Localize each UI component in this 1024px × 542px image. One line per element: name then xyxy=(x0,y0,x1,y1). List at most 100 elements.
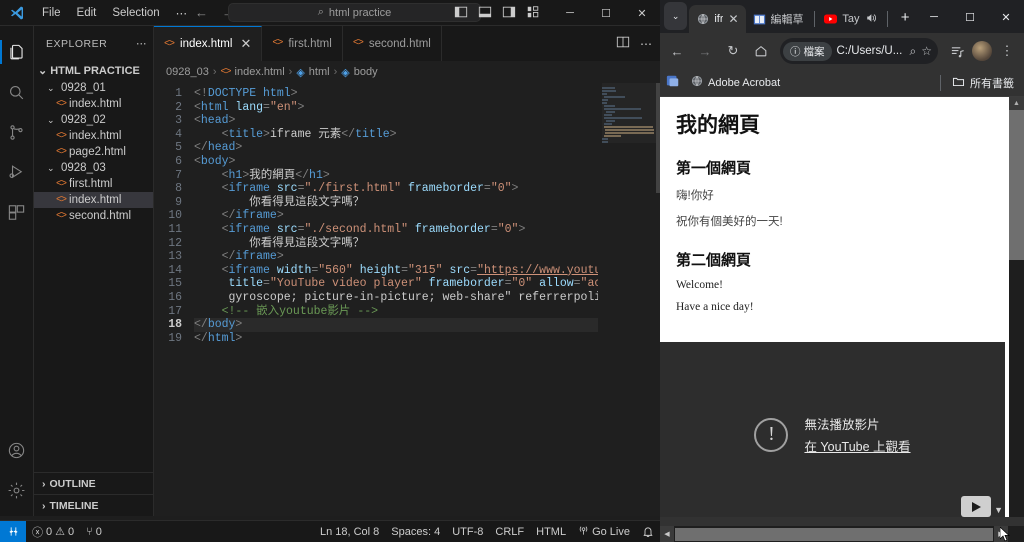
toggle-secondary-sidebar-icon[interactable] xyxy=(502,5,516,22)
window-maximize-button[interactable]: ☐ xyxy=(588,0,624,26)
code-line[interactable]: 你看得見這段文字嗎？ xyxy=(194,196,598,210)
tree-folder[interactable]: ⌄ 0928_03 xyxy=(34,160,153,176)
new-tab-button[interactable]: + xyxy=(894,4,916,30)
breadcrumb-folder[interactable]: 0928_03 xyxy=(166,66,209,78)
editor-minimap[interactable] xyxy=(598,83,660,516)
eol-status[interactable]: CRLF xyxy=(489,526,530,538)
code-line[interactable]: </iframe> xyxy=(194,250,598,264)
cursor-position[interactable]: Ln 18, Col 8 xyxy=(314,526,385,538)
activity-source-control-icon[interactable] xyxy=(0,112,34,152)
code-line[interactable]: </body> xyxy=(194,318,598,332)
vertical-scrollbar-thumb[interactable] xyxy=(1009,110,1024,260)
activity-extensions-icon[interactable] xyxy=(0,192,34,232)
manage-settings-icon[interactable] xyxy=(0,470,34,510)
activity-search-icon[interactable] xyxy=(0,72,34,112)
code-line[interactable]: <!-- 嵌入youtube影片 --> xyxy=(194,305,598,319)
window-close-button[interactable]: ✕ xyxy=(624,0,660,26)
tree-file[interactable]: <> index.html xyxy=(34,96,153,112)
browser-back-icon[interactable]: ← xyxy=(664,38,690,64)
bookmark-star-icon[interactable]: ☆ xyxy=(921,44,932,58)
tab-close-icon[interactable]: ✕ xyxy=(240,36,251,52)
code-line[interactable]: gyroscope; picture-in-picture; web-share… xyxy=(194,291,598,305)
tab-second-html[interactable]: <> second.html xyxy=(342,26,442,61)
horizontal-scrollbar-thumb[interactable] xyxy=(675,527,993,541)
breadcrumb-symbol-body[interactable]: body xyxy=(354,66,378,78)
browser-close-button[interactable]: ✕ xyxy=(988,1,1024,33)
tree-file[interactable]: <> second.html xyxy=(34,208,153,224)
browser-menu-icon[interactable]: ⋮ xyxy=(994,38,1020,64)
tree-file[interactable]: <> index.html xyxy=(34,192,153,208)
activity-run-debug-icon[interactable] xyxy=(0,152,34,192)
code-line[interactable]: <!DOCTYPE html> xyxy=(194,87,598,101)
browser-tab-editor[interactable]: 編輯草 xyxy=(746,5,811,33)
editor-more-actions-icon[interactable]: ⋯ xyxy=(640,37,652,51)
language-mode-status[interactable]: HTML xyxy=(530,526,572,538)
code-line[interactable]: title="YouTube video player" frameborder… xyxy=(194,277,598,291)
code-content[interactable]: <!DOCTYPE html> <html lang="en"> <head> <t… xyxy=(194,83,598,516)
code-line[interactable]: <body> xyxy=(194,155,598,169)
code-editor[interactable]: 1 2 3 4 5 6 7 8 9 10 11 12 13 14 15 16 17 18 19 <!DOCTYPE … xyxy=(154,83,660,516)
page-horizontal-scrollbar[interactable]: ◀ ▶ xyxy=(660,526,1024,542)
code-line[interactable]: <head> xyxy=(194,114,598,128)
page-vertical-scrollbar[interactable]: ▲ xyxy=(1009,97,1024,517)
tree-file[interactable]: <> page2.html xyxy=(34,144,153,160)
tree-folder[interactable]: ⌄ 0928_02 xyxy=(34,112,153,128)
encoding-status[interactable]: UTF-8 xyxy=(446,526,489,538)
code-line[interactable]: <title>iframe 元素</title> xyxy=(194,128,598,142)
toggle-panel-icon[interactable] xyxy=(478,5,492,22)
tree-file[interactable]: <> index.html xyxy=(34,128,153,144)
all-bookmarks-button[interactable]: 所有書籤 xyxy=(948,73,1018,93)
remote-window-icon[interactable] xyxy=(0,520,26,542)
code-line[interactable]: </head> xyxy=(194,141,598,155)
browser-home-icon[interactable] xyxy=(748,38,774,64)
tab-index-html[interactable]: <> index.html ✕ xyxy=(154,26,263,61)
command-center-search[interactable]: ⌕ html practice xyxy=(228,3,481,22)
browser-minimize-button[interactable]: ─ xyxy=(916,1,952,33)
profile-avatar[interactable] xyxy=(972,41,992,61)
workspace-root-row[interactable]: ⌄ HTML PRACTICE xyxy=(34,61,153,80)
tab-first-html[interactable]: <> first.html xyxy=(262,26,343,61)
browser-reload-icon[interactable]: ↻ xyxy=(720,38,746,64)
accounts-icon[interactable] xyxy=(0,430,34,470)
go-back-icon[interactable]: ← xyxy=(195,5,208,20)
window-minimize-button[interactable]: ─ xyxy=(552,0,588,26)
scroll-up-arrow-icon[interactable]: ▲ xyxy=(1009,97,1024,110)
activity-explorer-icon[interactable] xyxy=(0,32,34,72)
breadcrumb-symbol-html[interactable]: html xyxy=(309,66,330,78)
code-line[interactable]: <iframe src="./second.html" frameborder=… xyxy=(194,223,598,237)
minimap-slider[interactable] xyxy=(602,83,660,143)
apps-shortcut-icon[interactable] xyxy=(666,74,680,91)
code-line[interactable]: <iframe src="./first.html" frameborder="… xyxy=(194,182,598,196)
code-line[interactable]: <h1>我的網頁</h1> xyxy=(194,169,598,183)
go-live-button[interactable]: Go Live xyxy=(572,525,636,539)
code-line[interactable]: </html> xyxy=(194,332,598,346)
code-line[interactable]: <iframe width="560" height="315" src="ht… xyxy=(194,264,598,278)
menu-selection[interactable]: Selection xyxy=(104,4,167,22)
browser-maximize-button[interactable]: ☐ xyxy=(952,1,988,33)
code-line[interactable]: <html lang="en"> xyxy=(194,101,598,115)
browser-tab-close-icon[interactable]: ✕ xyxy=(728,12,738,26)
zoom-icon[interactable]: ⌕ xyxy=(910,44,917,59)
notifications-bell-icon[interactable] xyxy=(636,526,660,538)
customize-layout-icon[interactable] xyxy=(526,5,540,22)
toggle-primary-sidebar-icon[interactable] xyxy=(454,5,468,22)
explorer-more-actions-icon[interactable]: ⋯ xyxy=(136,38,147,50)
browser-tab-ifr[interactable]: ifr ✕ xyxy=(689,5,746,33)
page-info-chip[interactable]: ⓘ 檔案 xyxy=(783,41,832,61)
split-editor-icon[interactable] xyxy=(616,35,630,52)
address-bar[interactable]: ⓘ 檔案 C:/Users/U... ⌕ ☆ xyxy=(780,38,938,64)
tab-audio-icon[interactable] xyxy=(865,12,877,27)
timeline-section[interactable]: › TIMELINE xyxy=(34,494,153,516)
tree-folder[interactable]: ⌄ 0928_01 xyxy=(34,80,153,96)
bookmark-adobe-acrobat[interactable]: Adobe Acrobat xyxy=(687,73,784,92)
reading-list-icon[interactable] xyxy=(944,38,970,64)
menu-edit[interactable]: Edit xyxy=(69,4,105,22)
play-button[interactable] xyxy=(961,496,991,517)
breadcrumb-file[interactable]: index.html xyxy=(235,66,285,78)
code-line[interactable]: 你看得見這段文字嗎？ xyxy=(194,237,598,251)
tree-file[interactable]: <> first.html xyxy=(34,176,153,192)
indentation-status[interactable]: Spaces: 4 xyxy=(385,526,446,538)
browser-forward-icon[interactable]: → xyxy=(692,38,718,64)
scroll-left-arrow-icon[interactable]: ◀ xyxy=(660,526,674,542)
watch-on-youtube-link[interactable]: 在 YouTube 上觀看 xyxy=(804,440,910,454)
